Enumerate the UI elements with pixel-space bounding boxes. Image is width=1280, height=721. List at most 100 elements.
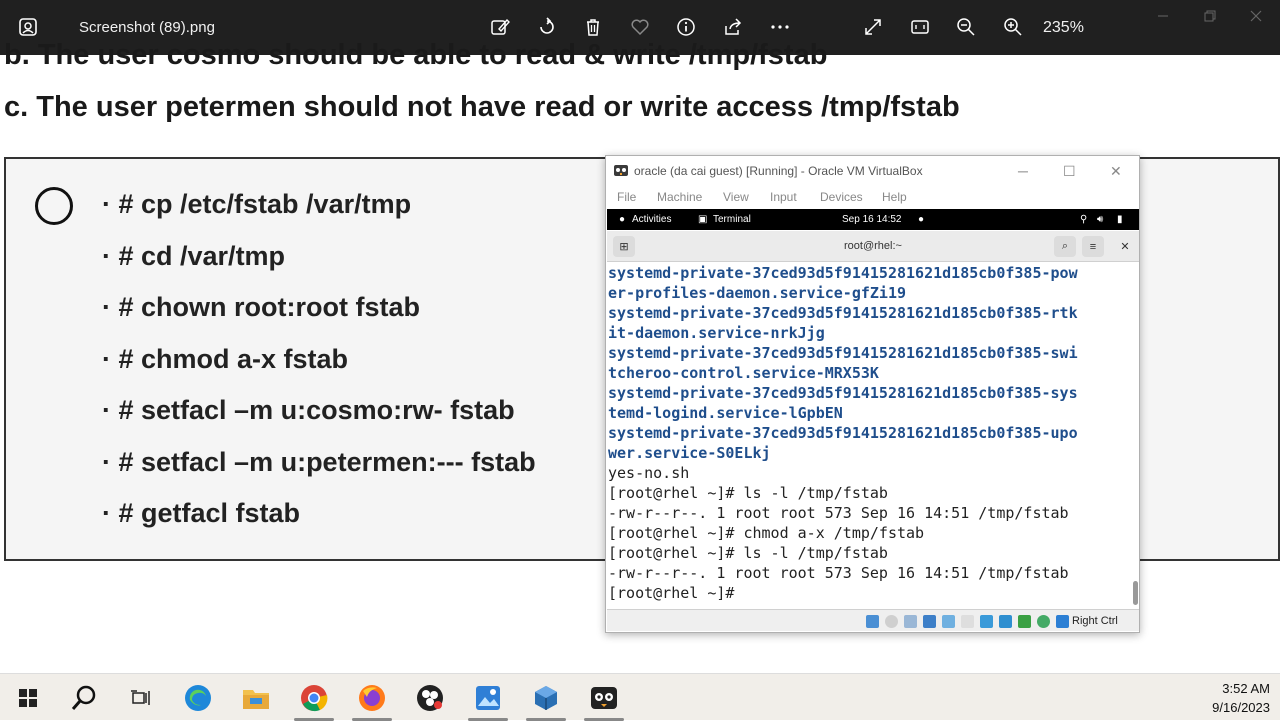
zoom-out-icon[interactable] bbox=[955, 16, 977, 38]
terminal-header: ⊞ root@rhel:~ ⌕ ≡ ✕ bbox=[607, 231, 1139, 262]
app-icon[interactable] bbox=[588, 682, 620, 714]
terminal-line: systemd-private-37ced93d5f91415281621d18… bbox=[608, 304, 1078, 322]
start-icon[interactable] bbox=[12, 682, 44, 714]
zoom-in-icon[interactable] bbox=[1002, 16, 1024, 38]
terminal-line: wer.service-S0ELkj bbox=[608, 444, 771, 462]
network-icon[interactable]: ⚲ bbox=[1080, 214, 1087, 225]
terminal-line: systemd-private-37ced93d5f91415281621d18… bbox=[608, 344, 1078, 362]
terminal-line: tcheroo-control.service-MRX53K bbox=[608, 364, 879, 382]
virtualbox-icon bbox=[614, 165, 628, 176]
terminal-line: -rw-r--r--. 1 root root 573 Sep 16 14:51… bbox=[608, 504, 1069, 522]
clock-date: 9/16/2023 bbox=[1212, 700, 1270, 715]
menu-view[interactable]: View bbox=[723, 190, 749, 204]
chrome-icon[interactable] bbox=[298, 682, 330, 714]
vbox-minimize-icon[interactable]: ─ bbox=[1018, 163, 1028, 179]
info-icon[interactable] bbox=[675, 16, 697, 38]
terminal-line: systemd-private-37ced93d5f91415281621d18… bbox=[608, 424, 1078, 442]
virtualbox-window: oracle (da cai guest) [Running] - Oracle… bbox=[605, 155, 1140, 633]
edit-image-icon[interactable] bbox=[489, 16, 511, 38]
terminal-search-icon[interactable]: ⌕ bbox=[1054, 236, 1076, 257]
menu-file[interactable]: File bbox=[617, 190, 636, 204]
terminal-line: temd-logind.service-lGpbEN bbox=[608, 404, 843, 422]
menu-help[interactable]: Help bbox=[882, 190, 907, 204]
system-clock[interactable]: 3:52 AM 9/16/2023 bbox=[1190, 679, 1270, 717]
terminal-scrollbar[interactable] bbox=[1133, 581, 1138, 605]
status-mouse-icon[interactable] bbox=[1037, 615, 1050, 628]
fit-icon[interactable] bbox=[909, 16, 931, 38]
terminal-app-icon: ▣ bbox=[698, 214, 708, 225]
terminal-menu-icon[interactable]: ≡ bbox=[1082, 236, 1104, 257]
status-optical-icon[interactable] bbox=[885, 615, 898, 628]
status-network-icon[interactable] bbox=[923, 615, 936, 628]
terminal-line: er-profiles-daemon.service-gfZi19 bbox=[608, 284, 907, 302]
favorite-icon[interactable] bbox=[629, 16, 651, 38]
command-item: · # cp /etc/fstab /var/tmp bbox=[102, 189, 412, 219]
fullscreen-icon[interactable] bbox=[862, 16, 884, 38]
virtualbox-icon[interactable] bbox=[530, 682, 562, 714]
terminal-close-icon[interactable]: ✕ bbox=[1114, 236, 1136, 257]
status-audio-icon[interactable] bbox=[904, 615, 917, 628]
activities-button[interactable]: Activities bbox=[632, 214, 671, 225]
status-display-icon[interactable] bbox=[980, 615, 993, 628]
file-title: Screenshot (89).png bbox=[79, 19, 215, 36]
minimize-icon[interactable] bbox=[1155, 8, 1171, 24]
status-vt-icon[interactable] bbox=[1018, 615, 1031, 628]
delete-icon[interactable] bbox=[582, 16, 604, 38]
task-view-icon[interactable] bbox=[124, 682, 156, 714]
vbox-menu-bar: File Machine View Input Devices Help bbox=[606, 186, 1139, 208]
photos-icon[interactable] bbox=[472, 682, 504, 714]
zoom-level[interactable]: 235% bbox=[1043, 19, 1084, 37]
slide-line-c: c. The user petermen should not have rea… bbox=[4, 91, 960, 123]
volume-icon[interactable]: 🔊︎ bbox=[1097, 214, 1103, 225]
rotate-icon[interactable] bbox=[536, 16, 558, 38]
command-item: · # chown root:root fstab bbox=[102, 292, 420, 322]
terminal-line: it-daemon.service-nrkJjg bbox=[608, 324, 825, 342]
terminal-line: [root@rhel ~]# bbox=[608, 584, 735, 602]
command-item: · # cd /var/tmp bbox=[102, 241, 286, 271]
close-icon[interactable] bbox=[1248, 8, 1264, 24]
terminal-line: [root@rhel ~]# chmod a-x /tmp/fstab bbox=[608, 524, 925, 542]
activities-icon[interactable]: ● bbox=[619, 214, 625, 225]
share-icon[interactable] bbox=[722, 16, 744, 38]
slide-line-b: b. The user cosmo should be able to read… bbox=[4, 39, 828, 71]
command-item: · # setfacl –m u:petermen:--- fstab bbox=[102, 447, 536, 477]
battery-icon[interactable]: ▮ bbox=[1117, 214, 1123, 225]
taskbar: 3:52 AM 9/16/2023 bbox=[0, 673, 1280, 721]
edge-icon[interactable] bbox=[182, 682, 214, 714]
gnome-top-bar: ● Activities ▣ Terminal Sep 16 14:52 ● ⚲… bbox=[607, 209, 1139, 230]
terminal-line: systemd-private-37ced93d5f91415281621d18… bbox=[608, 264, 1078, 282]
search-icon[interactable] bbox=[68, 682, 100, 714]
menu-input[interactable]: Input bbox=[770, 190, 797, 204]
command-item: · # chmod a-x fstab bbox=[102, 344, 349, 374]
vbox-title-bar: oracle (da cai guest) [Running] - Oracle… bbox=[606, 156, 1139, 184]
status-keyboard-icon[interactable] bbox=[1056, 615, 1069, 628]
gnome-clock[interactable]: Sep 16 14:52 bbox=[842, 214, 902, 225]
menu-devices[interactable]: Devices bbox=[820, 190, 863, 204]
terminal-line: systemd-private-37ced93d5f91415281621d18… bbox=[608, 384, 1078, 402]
vbox-title: oracle (da cai guest) [Running] - Oracle… bbox=[634, 164, 923, 178]
terminal-app-label[interactable]: Terminal bbox=[713, 214, 751, 225]
status-recording-icon[interactable] bbox=[999, 615, 1012, 628]
status-usb-icon[interactable] bbox=[942, 615, 955, 628]
vbox-status-bar: Right Ctrl bbox=[607, 609, 1139, 631]
status-disk-icon[interactable] bbox=[866, 615, 879, 628]
command-item: · # setfacl –m u:cosmo:rw- fstab bbox=[102, 395, 515, 425]
vbox-close-icon[interactable]: ✕ bbox=[1110, 163, 1122, 180]
status-shared-folders-icon[interactable] bbox=[961, 615, 974, 628]
terminal-line: -rw-r--r--. 1 root root 573 Sep 16 14:51… bbox=[608, 564, 1069, 582]
photos-app-icon bbox=[19, 18, 37, 36]
notification-dot-icon: ● bbox=[918, 214, 925, 225]
firefox-icon[interactable] bbox=[356, 682, 388, 714]
radio-circle-icon bbox=[35, 187, 73, 225]
clock-time: 3:52 AM bbox=[1222, 681, 1270, 696]
terminal-line: [root@rhel ~]# ls -l /tmp/fstab bbox=[608, 484, 888, 502]
terminal-output[interactable]: systemd-private-37ced93d5f91415281621d18… bbox=[607, 263, 1132, 603]
vbox-maximize-icon[interactable]: ☐ bbox=[1063, 163, 1076, 180]
host-key-label: Right Ctrl bbox=[1072, 615, 1118, 627]
restore-icon[interactable] bbox=[1202, 8, 1218, 24]
obs-icon[interactable] bbox=[414, 682, 446, 714]
file-explorer-icon[interactable] bbox=[240, 682, 272, 714]
menu-machine[interactable]: Machine bbox=[657, 190, 702, 204]
more-icon[interactable] bbox=[769, 16, 791, 38]
command-item: · # getfacl fstab bbox=[102, 498, 301, 528]
